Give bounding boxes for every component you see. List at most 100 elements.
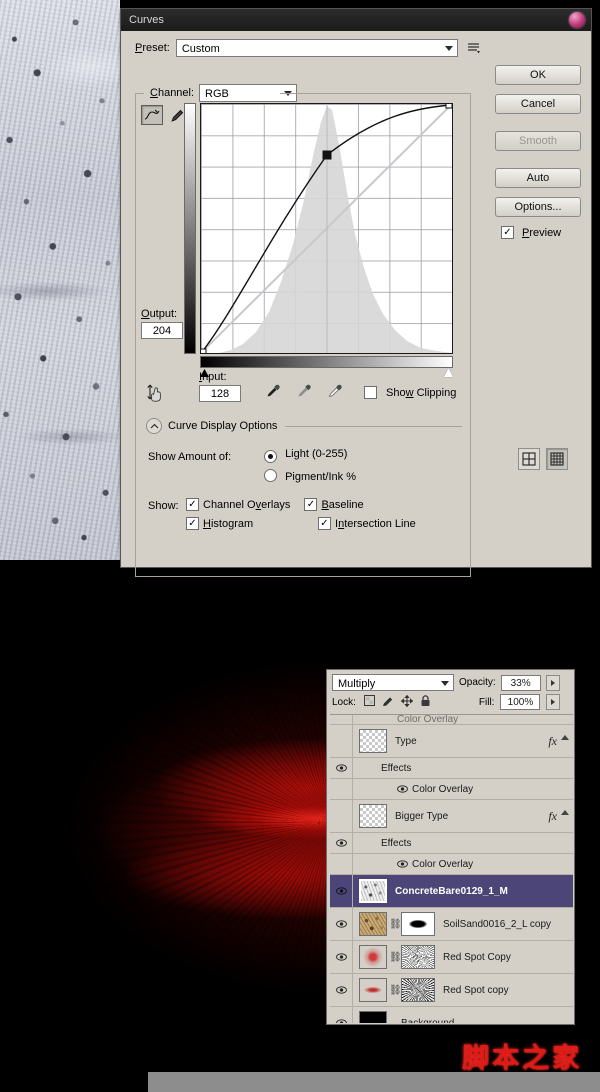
layer-thumbnail[interactable]: [359, 804, 387, 828]
visibility-toggle[interactable]: [330, 854, 353, 874]
lock-icon-group: [363, 694, 431, 710]
channel-overlays-checkbox[interactable]: ✓: [186, 498, 199, 511]
radio-pigment-dot[interactable]: [264, 469, 277, 482]
lock-position-icon[interactable]: [400, 694, 414, 710]
table-row[interactable]: ⛓ Red Spot Copy: [330, 941, 573, 974]
show-clipping-label: Show Clipping: [386, 386, 457, 399]
table-row[interactable]: Type fx: [330, 725, 573, 758]
ok-button[interactable]: OK: [495, 65, 581, 85]
link-mask-icon[interactable]: ⛓: [389, 952, 402, 963]
list-item[interactable]: Color Overlay: [330, 779, 573, 800]
visibility-toggle[interactable]: [330, 800, 353, 832]
channel-value: RGB: [205, 88, 229, 100]
targeted-adjustment-icon[interactable]: [146, 383, 168, 403]
fill-field[interactable]: 100%: [500, 694, 541, 710]
layer-mask-thumbnail[interactable]: [401, 945, 435, 969]
table-row[interactable]: ⛓ Red Spot copy: [330, 974, 573, 1007]
gray-point-eyedropper[interactable]: [297, 383, 312, 401]
layer-thumbnail[interactable]: [359, 945, 387, 969]
table-row[interactable]: ⛓ SoilSand0016_2_L copy: [330, 908, 573, 941]
chevron-collapse-icon[interactable]: [561, 810, 569, 815]
list-item[interactable]: Effects: [330, 758, 573, 779]
layer-name: Background: [401, 1017, 455, 1024]
eye-icon[interactable]: [397, 860, 408, 868]
chevron-up-icon[interactable]: [146, 418, 162, 434]
visibility-toggle[interactable]: [330, 1007, 353, 1023]
curves-title-bar[interactable]: Curves: [121, 9, 591, 31]
visibility-toggle[interactable]: [330, 725, 353, 757]
visibility-toggle[interactable]: [330, 779, 353, 799]
table-row[interactable]: Bigger Type fx: [330, 800, 573, 833]
fx-icon[interactable]: fx: [548, 809, 557, 824]
list-item[interactable]: Color Overlay: [330, 715, 573, 725]
white-point-eyedropper[interactable]: [328, 383, 343, 401]
layer-thumbnail[interactable]: [359, 879, 387, 903]
black-point-eyedropper[interactable]: [266, 383, 281, 401]
layer-mask-thumbnail[interactable]: [401, 978, 435, 1002]
layer-thumbnail[interactable]: [359, 912, 387, 936]
checkbox-channel-overlays[interactable]: ✓ Channel Overlays: [186, 498, 290, 511]
show-clipping-row[interactable]: Show Clipping: [364, 386, 456, 399]
preset-menu-icon[interactable]: [467, 41, 482, 55]
layer-thumbnail[interactable]: [359, 978, 387, 1002]
list-item[interactable]: Effects: [330, 833, 573, 854]
dialog-button-column: OK Cancel Smooth Auto Options... ✓ Previ…: [495, 65, 581, 239]
checkbox-histogram[interactable]: ✓ Histogram: [186, 517, 304, 530]
checkbox-baseline[interactable]: ✓ Baseline: [304, 498, 364, 511]
baseline-checkbox[interactable]: ✓: [304, 498, 318, 511]
visibility-toggle[interactable]: [330, 758, 353, 778]
layer-thumbnail[interactable]: [359, 729, 387, 753]
visibility-toggle[interactable]: [330, 908, 353, 940]
preview-checkbox[interactable]: ✓: [501, 226, 514, 239]
histogram-checkbox[interactable]: ✓: [186, 517, 199, 530]
layer-name: SoilSand0016_2_L copy: [443, 918, 552, 930]
layer-list[interactable]: Color Overlay Type fx Effects Color Over…: [330, 714, 573, 1023]
cancel-button[interactable]: Cancel: [495, 94, 581, 114]
show-clipping-checkbox[interactable]: [364, 386, 377, 399]
radio-light-dot[interactable]: [264, 450, 277, 463]
fill-stepper[interactable]: [546, 694, 561, 710]
opacity-field[interactable]: 33%: [500, 674, 541, 691]
grid-4x4-icon[interactable]: [546, 448, 568, 470]
lock-image-pixels-icon[interactable]: [382, 695, 394, 710]
preset-dropdown[interactable]: Custom: [175, 39, 458, 57]
channel-dropdown[interactable]: RGB: [199, 84, 298, 102]
lock-transparent-pixels-icon[interactable]: [363, 695, 375, 709]
lock-all-icon[interactable]: [420, 694, 431, 710]
table-row[interactable]: ConcreteBare0129_1_M: [330, 875, 573, 908]
output-input[interactable]: 204: [141, 322, 183, 339]
input-input[interactable]: 128: [199, 385, 241, 402]
titlebar-orb-icon[interactable]: [569, 12, 585, 28]
grid-2x2-icon[interactable]: [518, 448, 540, 470]
radio-pigment[interactable]: Pigment/Ink %: [264, 469, 356, 483]
layer-thumbnail[interactable]: [359, 1011, 387, 1023]
histogram-label: Histogram: [203, 517, 254, 530]
link-mask-icon[interactable]: ⛓: [389, 985, 402, 996]
layer-name: Color Overlay: [397, 714, 459, 725]
eye-icon[interactable]: [397, 785, 408, 793]
visibility-toggle[interactable]: [330, 941, 353, 973]
curve-display-options-row[interactable]: Curve Display Options: [146, 418, 462, 434]
visibility-toggle[interactable]: [330, 974, 353, 1006]
radio-light[interactable]: Light (0-255): [264, 448, 356, 463]
fx-icon[interactable]: fx: [548, 734, 557, 749]
intersection-line-checkbox[interactable]: ✓: [318, 517, 331, 530]
blend-mode-dropdown[interactable]: Multiply: [332, 674, 454, 691]
auto-button[interactable]: Auto: [495, 168, 581, 188]
visibility-toggle[interactable]: [330, 875, 353, 907]
opacity-stepper[interactable]: [545, 674, 560, 691]
curve-graph[interactable]: [200, 103, 453, 354]
options-button[interactable]: Options...: [495, 197, 581, 217]
preview-row[interactable]: ✓ Preview: [495, 226, 581, 239]
list-item[interactable]: Color Overlay: [330, 854, 573, 875]
curve-pencil-icon[interactable]: [141, 105, 163, 125]
table-row[interactable]: Background: [330, 1007, 573, 1023]
white-point-slider[interactable]: [444, 369, 453, 377]
show-label: Show:: [148, 500, 179, 512]
visibility-toggle[interactable]: [330, 833, 353, 853]
visibility-toggle[interactable]: [330, 715, 353, 724]
chevron-collapse-icon[interactable]: [561, 735, 569, 740]
layer-mask-thumbnail[interactable]: [401, 912, 435, 936]
link-mask-icon[interactable]: ⛓: [389, 919, 402, 930]
checkbox-intersection-line[interactable]: ✓ Intersection Line: [318, 517, 416, 530]
